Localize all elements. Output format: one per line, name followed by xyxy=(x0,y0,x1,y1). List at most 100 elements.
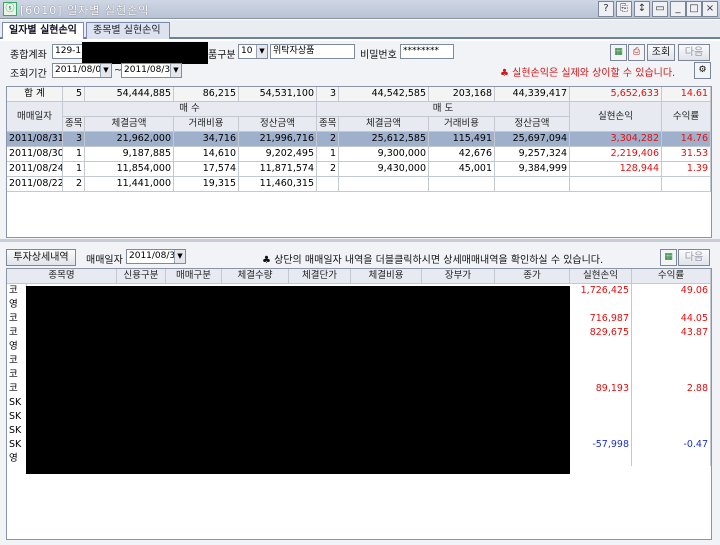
cell-rate: 49.06 xyxy=(632,284,711,298)
cell-realized: 2,219,406 xyxy=(570,147,662,162)
search-button[interactable]: 조회 xyxy=(647,44,675,61)
cell-return-rate: 14.76 xyxy=(662,132,711,147)
summary-row: 합 계 5 54,444,885 86,215 54,531,100 3 44,… xyxy=(7,87,711,102)
product-type-combo[interactable]: 10 ▼ xyxy=(238,44,268,59)
cell-realized xyxy=(570,396,632,410)
sell-group-header: 매 도 xyxy=(317,102,570,117)
col-cost-header: 체결비용 xyxy=(351,269,422,284)
summary-buy-amount: 54,444,885 xyxy=(85,87,174,102)
cell-sell-settle: 9,384,999 xyxy=(495,162,570,177)
cell-rate xyxy=(632,298,711,312)
account-label: 종합계좌 xyxy=(10,50,47,61)
cell-buy-settle: 9,202,495 xyxy=(239,147,317,162)
redacted-area xyxy=(82,42,208,64)
tab-stock-pnl[interactable]: 종목별 실현손익 xyxy=(86,22,170,39)
cell-sell-count xyxy=(317,177,339,192)
cell-buy-settle: 11,460,315 xyxy=(239,177,317,192)
resize-button[interactable]: ↕ xyxy=(634,1,650,17)
daily-table-row[interactable]: 2011/08/30 1 9,187,885 14,610 9,202,495 1 9,30… xyxy=(7,147,711,162)
cell-realized: 1,726,425 xyxy=(570,284,632,298)
cell-name: SK xyxy=(7,396,27,410)
cell-date: 2011/08/24 xyxy=(7,162,63,177)
daily-table-row[interactable]: 2011/08/22 2 11,441,000 19,315 11,460,315 xyxy=(7,177,711,192)
password-field[interactable]: ******** xyxy=(400,44,454,59)
cell-realized: 3,304,282 xyxy=(570,132,662,147)
maximize-button[interactable]: □ xyxy=(686,1,702,17)
pnl-notice: ♣ 실현손익은 실제와 상이할 수 있습니다. xyxy=(500,68,676,79)
cell-sell-fee xyxy=(429,177,495,192)
cell-realized: 89,193 xyxy=(570,382,632,396)
detail-header-row: 종목명 신용구분 매매구분 체결수량 체결단가 체결비용 장부가 종가 실현손익 수익률 xyxy=(7,269,711,284)
cell-buy-settle: 21,996,716 xyxy=(239,132,317,147)
sub-header-row: 종목 체결금액 거래비용 정산금액 종목 체결금액 거래비용 정산금액 xyxy=(7,117,711,132)
date-from-field[interactable]: 2011/08/01 ▼ xyxy=(52,63,112,78)
cell-name: SK xyxy=(7,438,27,452)
print-icon[interactable]: ⎙ xyxy=(628,44,645,61)
cell-rate xyxy=(632,410,711,424)
period-label: 조회기간 xyxy=(10,69,47,80)
cell-rate: 44.05 xyxy=(632,312,711,326)
cell-name: 코 xyxy=(7,312,27,326)
minimize-button[interactable]: _ xyxy=(670,1,686,17)
password-label: 비밀번호 xyxy=(360,50,397,61)
cell-buy-count: 1 xyxy=(63,147,85,162)
cell-date: 2011/08/31 xyxy=(7,132,63,147)
daily-table-row[interactable]: 2011/08/31 3 21,962,000 34,716 21,996,716 2 25… xyxy=(7,132,711,147)
product-type-name: 위탁자상품 xyxy=(270,44,355,59)
help-button[interactable]: ? xyxy=(598,1,614,17)
cell-buy-amount: 11,441,000 xyxy=(85,177,174,192)
col-price-header: 체결단가 xyxy=(289,269,351,284)
summary-buy-settle: 54,531,100 xyxy=(239,87,317,102)
col-buy-count: 종목 xyxy=(63,117,85,132)
cell-buy-count: 3 xyxy=(63,132,85,147)
cell-sell-amount: 25,612,585 xyxy=(339,132,429,147)
cell-realized: 829,675 xyxy=(570,326,632,340)
calendar-dropdown-icon[interactable]: ▼ xyxy=(170,64,181,77)
cell-buy-amount: 9,187,885 xyxy=(85,147,174,162)
cell-realized xyxy=(570,424,632,438)
detail-next-button[interactable]: 다음 xyxy=(678,249,710,266)
cell-name: SK xyxy=(7,410,27,424)
detail-button[interactable]: 투자상세내역 xyxy=(6,249,76,266)
cell-name: 코 xyxy=(7,284,27,298)
settings-icon[interactable]: ⚙ xyxy=(694,62,711,79)
cell-realized xyxy=(570,410,632,424)
close-button[interactable]: × xyxy=(702,1,718,17)
cell-sell-settle: 25,697,094 xyxy=(495,132,570,147)
col-qty-header: 체결수량 xyxy=(222,269,289,284)
cell-buy-fee: 19,315 xyxy=(174,177,239,192)
excel-icon[interactable]: ▦ xyxy=(610,44,627,61)
restore-button[interactable]: ▭ xyxy=(652,1,668,17)
cell-return-rate: 1.39 xyxy=(662,162,711,177)
calendar-dropdown-icon[interactable]: ▼ xyxy=(100,64,111,77)
cell-buy-amount: 11,854,000 xyxy=(85,162,174,177)
col-sell-fee: 거래비용 xyxy=(429,117,495,132)
col-return-header: 수익률 xyxy=(632,269,711,284)
cell-return-rate xyxy=(662,177,711,192)
cell-date: 2011/08/30 xyxy=(7,147,63,162)
redacted-area xyxy=(26,286,570,474)
cell-rate xyxy=(632,396,711,410)
tab-bar: 일자별 실현손익 종목별 실현손익 xyxy=(0,20,720,39)
daily-table-row[interactable]: 2011/08/24 1 11,854,000 17,574 11,871,574 2 9,… xyxy=(7,162,711,177)
cell-realized: -57,998 xyxy=(570,438,632,452)
splitter[interactable] xyxy=(0,239,720,242)
col-sell-settle: 정산금액 xyxy=(495,117,570,132)
excel-icon[interactable]: ▦ xyxy=(660,249,677,266)
chevron-down-icon[interactable]: ▼ xyxy=(256,45,267,58)
cell-realized xyxy=(570,298,632,312)
summary-sell-fee: 203,168 xyxy=(429,87,495,102)
cell-buy-fee: 34,716 xyxy=(174,132,239,147)
cell-sell-settle xyxy=(495,177,570,192)
cell-sell-fee: 42,676 xyxy=(429,147,495,162)
calendar-dropdown-icon[interactable]: ▼ xyxy=(174,250,185,263)
copy-window-button[interactable]: ⎘ xyxy=(616,1,632,17)
summary-realized: 5,652,633 xyxy=(570,87,662,102)
cell-sell-amount: 9,300,000 xyxy=(339,147,429,162)
date-to-field[interactable]: 2011/08/31 ▼ xyxy=(121,63,182,78)
trade-date-field[interactable]: 2011/08/31 ▼ xyxy=(126,249,186,264)
cell-sell-settle: 9,257,324 xyxy=(495,147,570,162)
tab-daily-pnl[interactable]: 일자별 실현손익 xyxy=(2,22,84,39)
date-to-value: 2011/08/31 xyxy=(124,65,176,75)
next-button[interactable]: 다음 xyxy=(678,44,710,61)
